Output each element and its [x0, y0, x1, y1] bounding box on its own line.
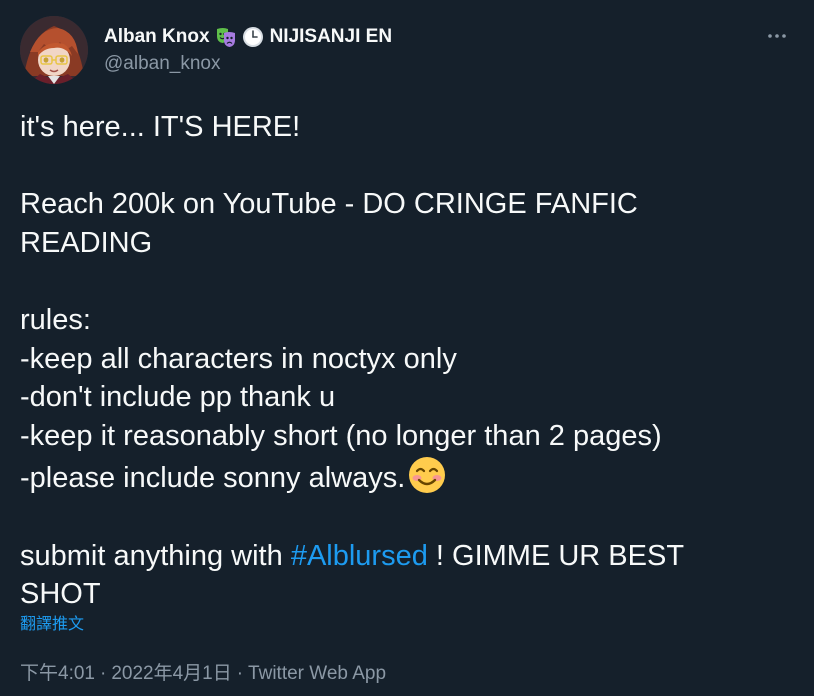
tweet-line: rules: [20, 303, 91, 336]
tweet-line: -please include sonny always. [20, 462, 406, 495]
tweet-card: Alban Knox NIJISANJI EN @alban_knox it's… [0, 0, 814, 696]
tweet-line: SHOT [20, 578, 101, 611]
closing-prefix: submit anything with [20, 539, 291, 572]
tweet-line [20, 147, 794, 186]
meta-separator: · [99, 663, 107, 684]
tweet-line: READING [20, 226, 153, 259]
tweet-line [20, 262, 794, 301]
clock-icon [242, 26, 264, 48]
meta-separator: · [236, 663, 244, 684]
tweet-line [20, 498, 794, 537]
more-options-button[interactable] [760, 24, 794, 48]
closing-suffix: ! GIMME UR BEST [427, 539, 685, 572]
tweet-source[interactable]: Twitter Web App [248, 663, 386, 684]
tweet-header: Alban Knox NIJISANJI EN @alban_knox [20, 16, 794, 86]
tweet-line: -don't include pp thank u [20, 381, 336, 414]
tweet-line: -keep it reasonably short (no longer tha… [20, 419, 662, 452]
tweet-closing-line: submit anything with #Alblursed ! GIMME … [20, 537, 794, 576]
tweet-date[interactable]: 2022年4月1日 [111, 663, 231, 684]
tweet-line-with-emoji: -please include sonny always. [20, 455, 794, 498]
avatar[interactable] [20, 16, 88, 84]
tweet-line: -keep all characters in noctyx only [20, 342, 457, 375]
tweet-time[interactable]: 下午4:01 [20, 663, 95, 684]
smiling-face-icon [407, 455, 447, 495]
display-name[interactable]: Alban Knox [104, 26, 210, 48]
more-icon [768, 34, 786, 38]
translate-tweet-link[interactable]: 翻譯推文 [20, 610, 84, 634]
display-name-suffix[interactable]: NIJISANJI EN [270, 26, 392, 48]
theater-masks-icon [215, 26, 237, 48]
display-name-row[interactable]: Alban Knox NIJISANJI EN [104, 23, 392, 51]
tweet-text: it's here... IT'S HERE! Reach 200k on Yo… [20, 108, 794, 614]
tweet-line: Reach 200k on YouTube - DO CRINGE FANFIC [20, 188, 638, 221]
author-handle[interactable]: @alban_knox [104, 53, 392, 75]
tweet-meta: 下午4:01 · 2022年4月1日 · Twitter Web App [20, 658, 386, 685]
tweet-line: it's here... IT'S HERE! [20, 111, 301, 143]
author-names: Alban Knox NIJISANJI EN @alban_knox [104, 23, 392, 75]
hashtag-link[interactable]: #Alblursed [291, 540, 428, 572]
